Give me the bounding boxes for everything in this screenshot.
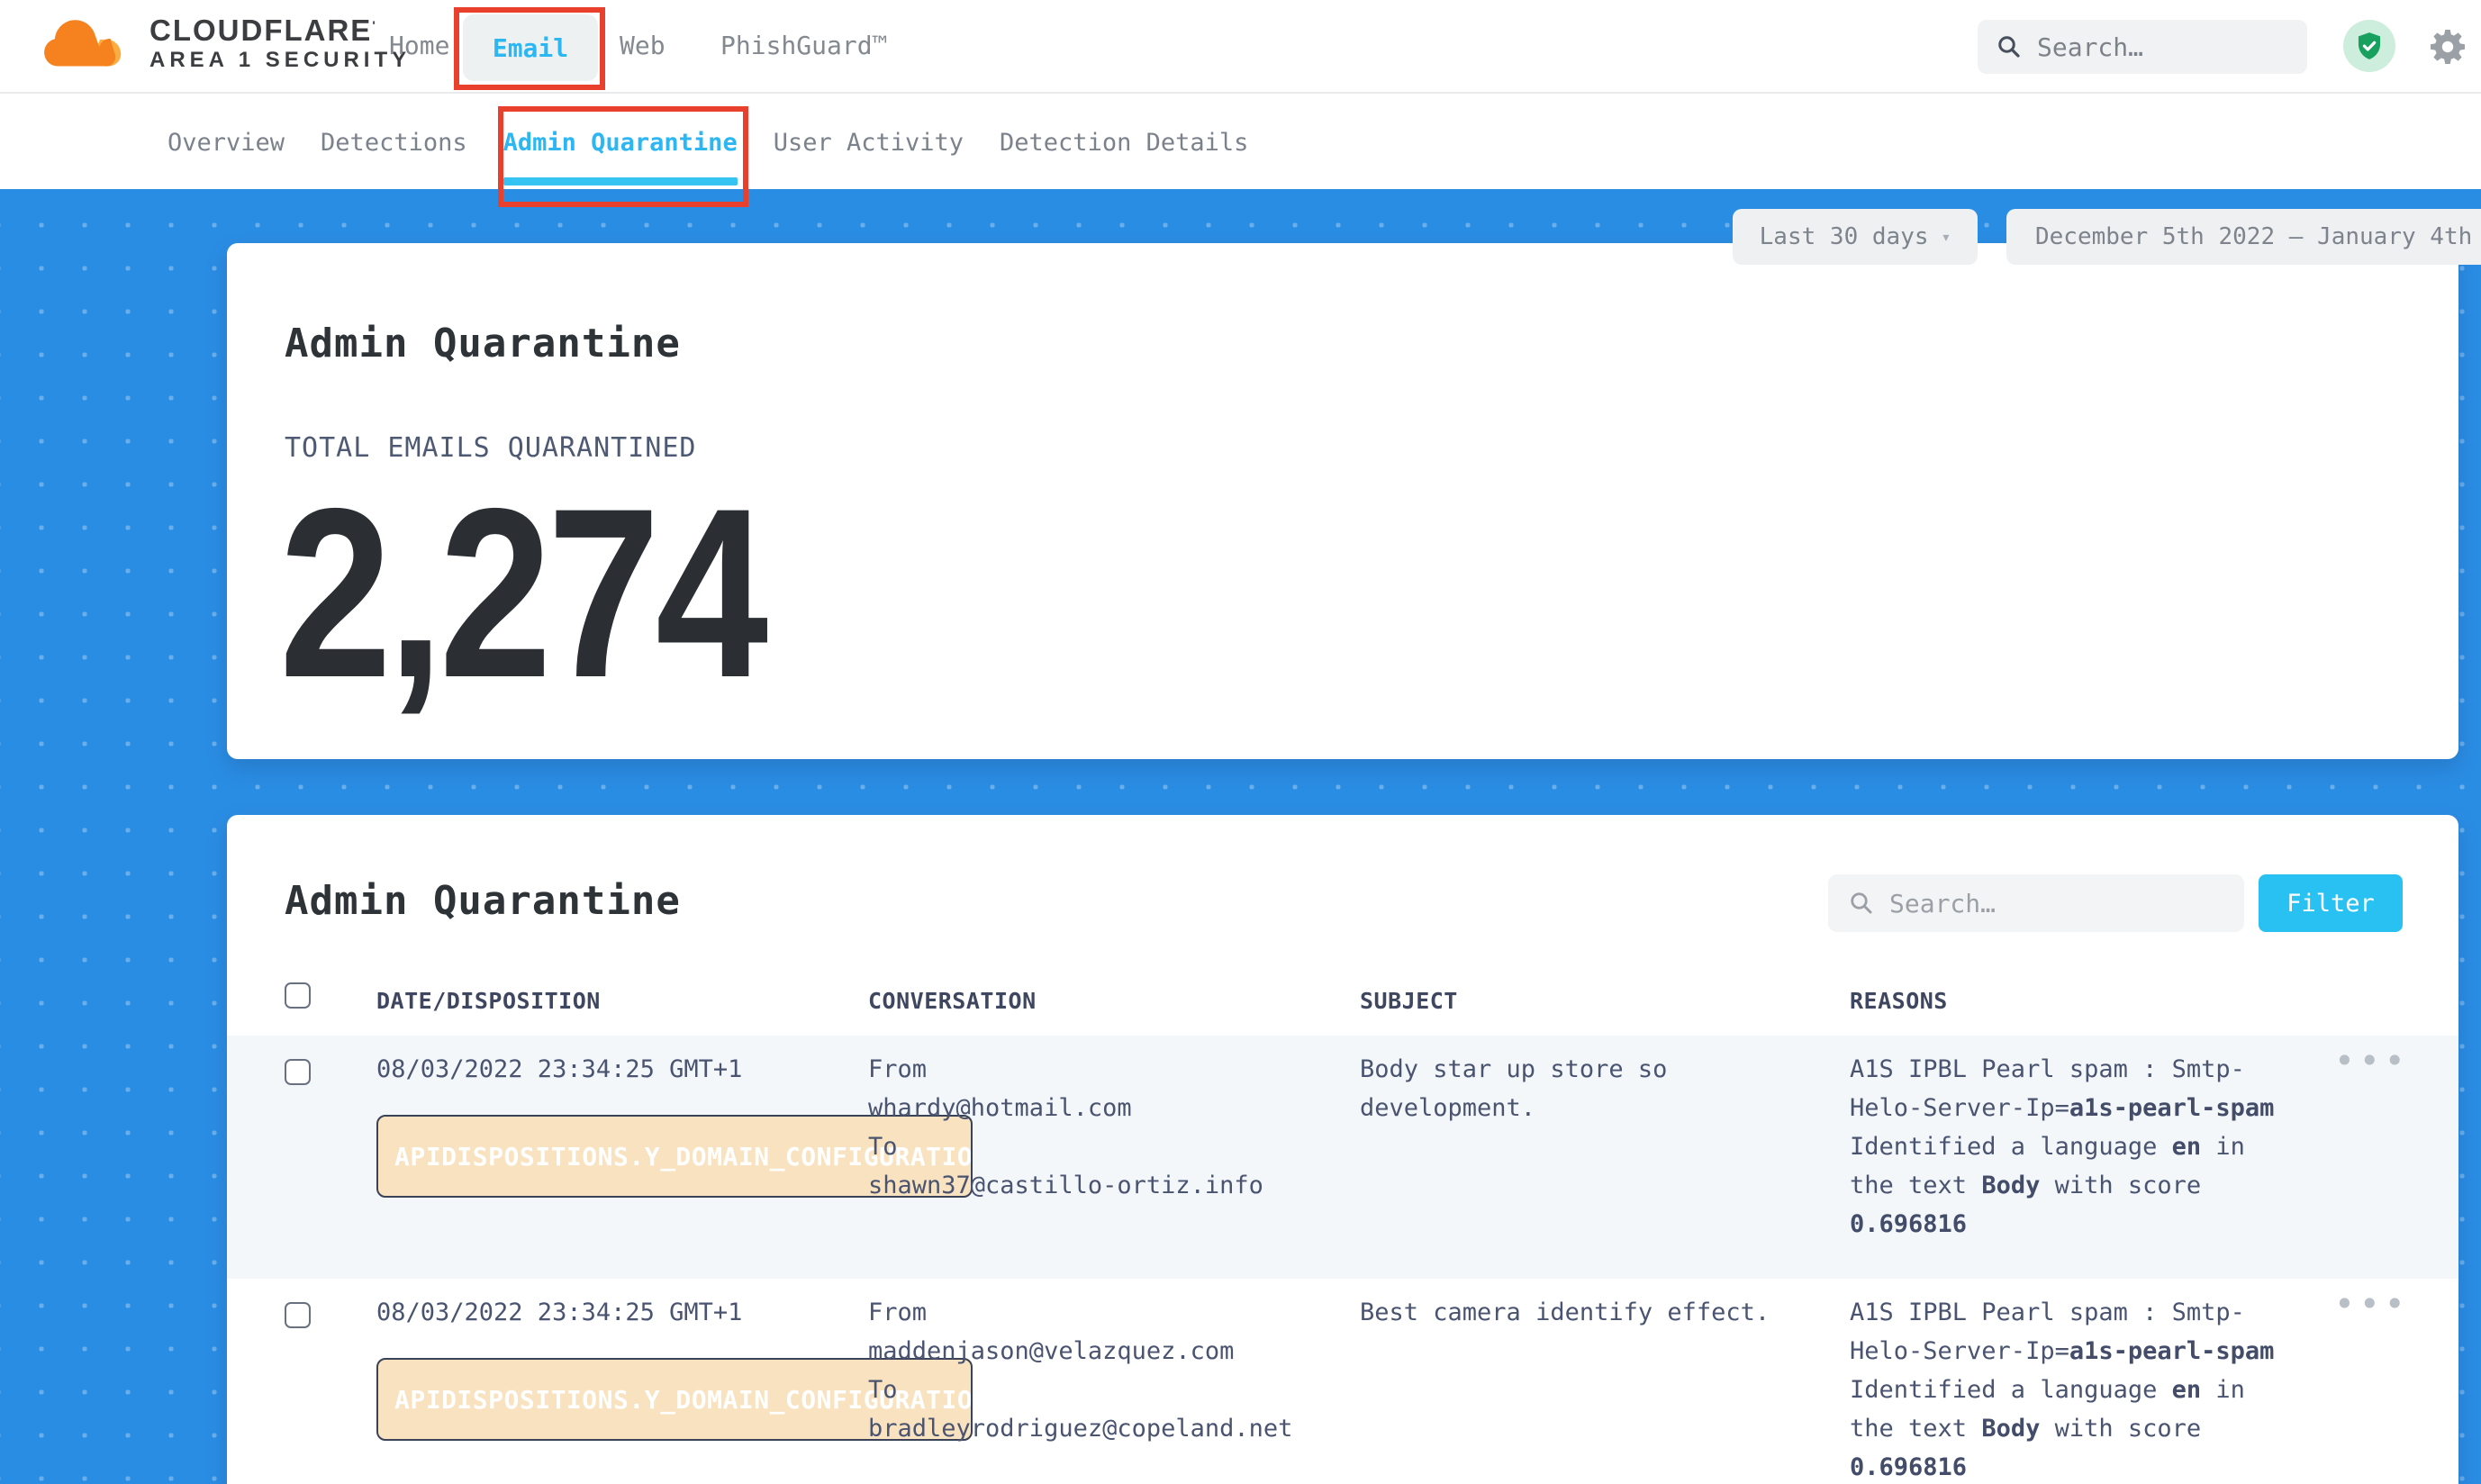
table-body: 08/03/2022 23:34:25 GMT+1 APIDISPOSITION… <box>227 1036 2458 1484</box>
reason-text: A1S IPBL Pearl spam : Smtp-Helo-Server-I… <box>1850 1050 2287 1127</box>
row-checkbox[interactable] <box>285 1302 311 1328</box>
email-sub-nav: Overview Detections Admin Quarantine Use… <box>0 95 2481 189</box>
from-address: maddenjason@velazquez.com <box>868 1332 1354 1371</box>
nav-item-home[interactable]: Home <box>389 31 449 60</box>
tab-user-activity[interactable]: User Activity <box>774 111 964 175</box>
settings-button[interactable] <box>2426 25 2469 68</box>
summary-card-title: Admin Quarantine <box>285 321 681 366</box>
logo-subtitle: AREA 1 SECURITY <box>149 47 411 74</box>
to-label: To <box>868 1127 1354 1166</box>
search-icon <box>1996 33 2023 60</box>
row-date: 08/03/2022 23:34:25 GMT+1 <box>376 1293 742 1332</box>
cloudflare-logo: CLOUDFLARE' AREA 1 SECURITY <box>38 9 411 74</box>
quarantine-table-card: Admin Quarantine Filter DATE/DISPOSITION… <box>227 815 2458 1484</box>
row-checkbox[interactable] <box>285 1059 311 1085</box>
tab-admin-quarantine-label: Admin Quarantine <box>503 129 738 157</box>
date-range-selector[interactable]: Last 30 days ▾ <box>1733 209 1978 265</box>
column-header-date-disposition[interactable]: DATE/DISPOSITION <box>376 988 601 1014</box>
logo-mark: ' <box>372 18 376 32</box>
nav-item-web[interactable]: Web <box>620 31 666 60</box>
gear-icon <box>2426 25 2469 68</box>
date-range-display[interactable]: December 5th 2022 — January 4th 2023 <box>2006 209 2481 265</box>
table-search-input[interactable] <box>1889 889 2196 918</box>
row-conversation: From whardy@hotmail.com To shawn37@casti… <box>868 1050 1354 1205</box>
row-actions-menu[interactable]: ••• <box>2334 1284 2410 1324</box>
row-actions-menu[interactable]: ••• <box>2334 1041 2410 1081</box>
filter-button[interactable]: Filter <box>2259 874 2403 932</box>
column-header-reasons[interactable]: REASONS <box>1850 988 1948 1014</box>
to-label: To <box>868 1371 1354 1409</box>
row-reasons: A1S IPBL Pearl spam : Smtp-Helo-Server-I… <box>1850 1293 2287 1484</box>
shield-check-icon <box>2354 31 2385 61</box>
reason-text: A1S IPBL Pearl spam : Smtp-Helo-Server-I… <box>1850 1293 2287 1371</box>
nav-item-email[interactable]: Email <box>463 14 598 81</box>
select-all-checkbox[interactable] <box>285 982 311 1009</box>
tab-overview[interactable]: Overview <box>168 111 285 175</box>
quarantine-summary-card: Admin Quarantine TOTAL EMAILS QUARANTINE… <box>227 243 2458 759</box>
row-subject: Best camera identify effect. <box>1360 1293 1810 1332</box>
nav-item-phishguard[interactable]: PhishGuard™ <box>720 31 887 60</box>
from-label: From <box>868 1293 1354 1332</box>
row-conversation: From maddenjason@velazquez.com To bradle… <box>868 1293 1354 1448</box>
to-address: bradleyrodriguez@copeland.net <box>868 1409 1354 1448</box>
from-label: From <box>868 1050 1354 1089</box>
metric-value: 2,274 <box>279 470 764 716</box>
column-header-conversation[interactable]: CONVERSATION <box>868 988 1037 1014</box>
search-icon <box>1848 890 1875 917</box>
cloudflare-cloud-icon <box>38 9 133 74</box>
tab-admin-quarantine[interactable]: Admin Quarantine <box>503 111 738 175</box>
security-status-button[interactable] <box>2343 20 2395 72</box>
logo-brand: CLOUDFLARE' <box>149 9 411 47</box>
table-card-title: Admin Quarantine <box>285 878 681 924</box>
table-row[interactable]: 08/03/2022 23:34:25 GMT+1 APIDISPOSITION… <box>227 1036 2458 1279</box>
tab-detection-details[interactable]: Detection Details <box>1000 111 1248 175</box>
row-subject: Body star up store so development. <box>1360 1050 1810 1127</box>
reason-text: Identified a language en in the text Bod… <box>1850 1127 2287 1244</box>
active-tab-underline <box>503 177 738 186</box>
global-search-input[interactable] <box>2037 32 2271 62</box>
to-address: shawn37@castillo-ortiz.info <box>868 1166 1354 1205</box>
table-search[interactable] <box>1828 874 2244 932</box>
table-row[interactable]: 08/03/2022 23:34:25 GMT+1 APIDISPOSITION… <box>227 1279 2458 1484</box>
table-header-row: DATE/DISPOSITION CONVERSATION SUBJECT RE… <box>227 975 2458 1033</box>
row-date: 08/03/2022 23:34:25 GMT+1 <box>376 1050 742 1089</box>
tab-detections[interactable]: Detections <box>321 111 467 175</box>
column-header-subject[interactable]: SUBJECT <box>1360 988 1458 1014</box>
top-bar: CLOUDFLARE' AREA 1 SECURITY Home Email W… <box>0 0 2481 94</box>
date-range-selector-label: Last 30 days <box>1760 223 1929 250</box>
page-background: Admin Quarantine TOTAL EMAILS QUARANTINE… <box>0 189 2481 1484</box>
global-search[interactable] <box>1978 20 2307 74</box>
chevron-down-icon: ▾ <box>1942 228 1951 247</box>
from-address: whardy@hotmail.com <box>868 1089 1354 1127</box>
row-reasons: A1S IPBL Pearl spam : Smtp-Helo-Server-I… <box>1850 1050 2287 1244</box>
reason-text: Identified a language en in the text Bod… <box>1850 1371 2287 1484</box>
